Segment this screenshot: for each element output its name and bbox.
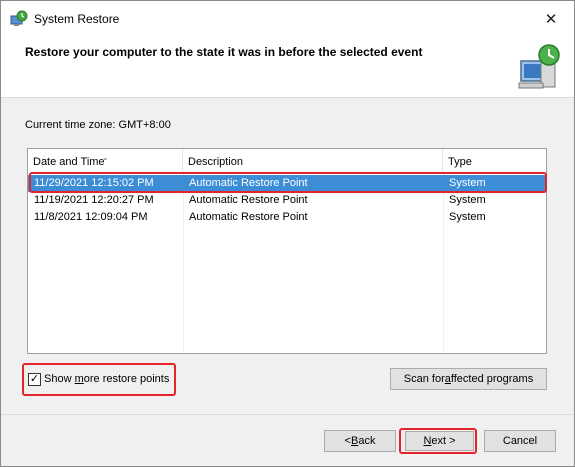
column-description-label: Description [188, 156, 244, 168]
computer-restore-icon [518, 44, 560, 89]
row-description: Automatic Restore Point [189, 211, 308, 223]
timezone-label: Current time zone: GMT+8:00 [25, 119, 171, 131]
show-more-label-part: ore restore points [83, 373, 170, 385]
divider [1, 414, 574, 415]
system-restore-icon [10, 10, 28, 26]
row-description: Automatic Restore Point [189, 194, 308, 206]
row-type: System [449, 177, 486, 189]
column-date-time-label: Date and Time [33, 156, 105, 168]
back-label-part: ack [358, 435, 376, 447]
close-button[interactable]: ✕ [528, 1, 574, 37]
row-description: Automatic Restore Point [189, 177, 308, 189]
title-bar: System Restore ✕ [1, 1, 574, 37]
column-description[interactable]: Description [183, 149, 443, 174]
row-type: System [449, 211, 486, 223]
back-label-accesskey: B [350, 435, 359, 447]
page-title: Restore your computer to the state it wa… [25, 45, 423, 59]
scan-label-part: ffected programs [450, 373, 534, 385]
close-icon: ✕ [544, 11, 558, 28]
system-restore-window: System Restore ✕ Restore your computer t… [0, 0, 575, 467]
cancel-button[interactable]: Cancel [484, 430, 556, 452]
column-type-label: Type [448, 156, 472, 168]
table-row[interactable]: 11/8/2021 12:09:04 PM Automatic Restore … [28, 209, 546, 226]
show-more-label-part: Show [44, 373, 75, 385]
back-button[interactable]: < Back [324, 430, 396, 452]
table-row[interactable]: 11/29/2021 12:15:02 PM Automatic Restore… [28, 175, 546, 192]
window-title: System Restore [34, 12, 120, 26]
next-button[interactable]: Next > [405, 431, 474, 451]
table-row[interactable]: 11/19/2021 12:20:27 PM Automatic Restore… [28, 192, 546, 209]
checkmark-icon: ✓ [29, 373, 40, 385]
next-label-part: ext > [431, 435, 456, 447]
list-header: ⌄ Date and Time Description Type [28, 149, 546, 174]
scan-label-part: Scan for [403, 373, 445, 385]
row-type: System [449, 194, 486, 206]
scan-affected-programs-button[interactable]: Scan for a ffected programs [390, 368, 547, 390]
show-more-label-accesskey: m [74, 373, 84, 385]
show-more-restore-points[interactable]: ✓ Show more restore points [22, 363, 176, 396]
show-more-label[interactable]: Show more restore points [44, 373, 169, 385]
row-date: 11/8/2021 12:09:04 PM [34, 211, 148, 223]
sort-indicator-icon: ⌄ [102, 153, 109, 162]
column-type[interactable]: Type [443, 149, 546, 174]
row-date: 11/29/2021 12:15:02 PM [34, 177, 154, 189]
wizard-header: Restore your computer to the state it wa… [1, 37, 574, 98]
column-date-time[interactable]: ⌄ Date and Time [28, 149, 183, 174]
show-more-checkbox[interactable]: ✓ [28, 373, 41, 386]
next-label-accesskey: N [423, 435, 432, 447]
restore-points-list[interactable]: ⌄ Date and Time Description Type 11/29/2… [27, 148, 547, 354]
row-date: 11/19/2021 12:20:27 PM [34, 194, 154, 206]
